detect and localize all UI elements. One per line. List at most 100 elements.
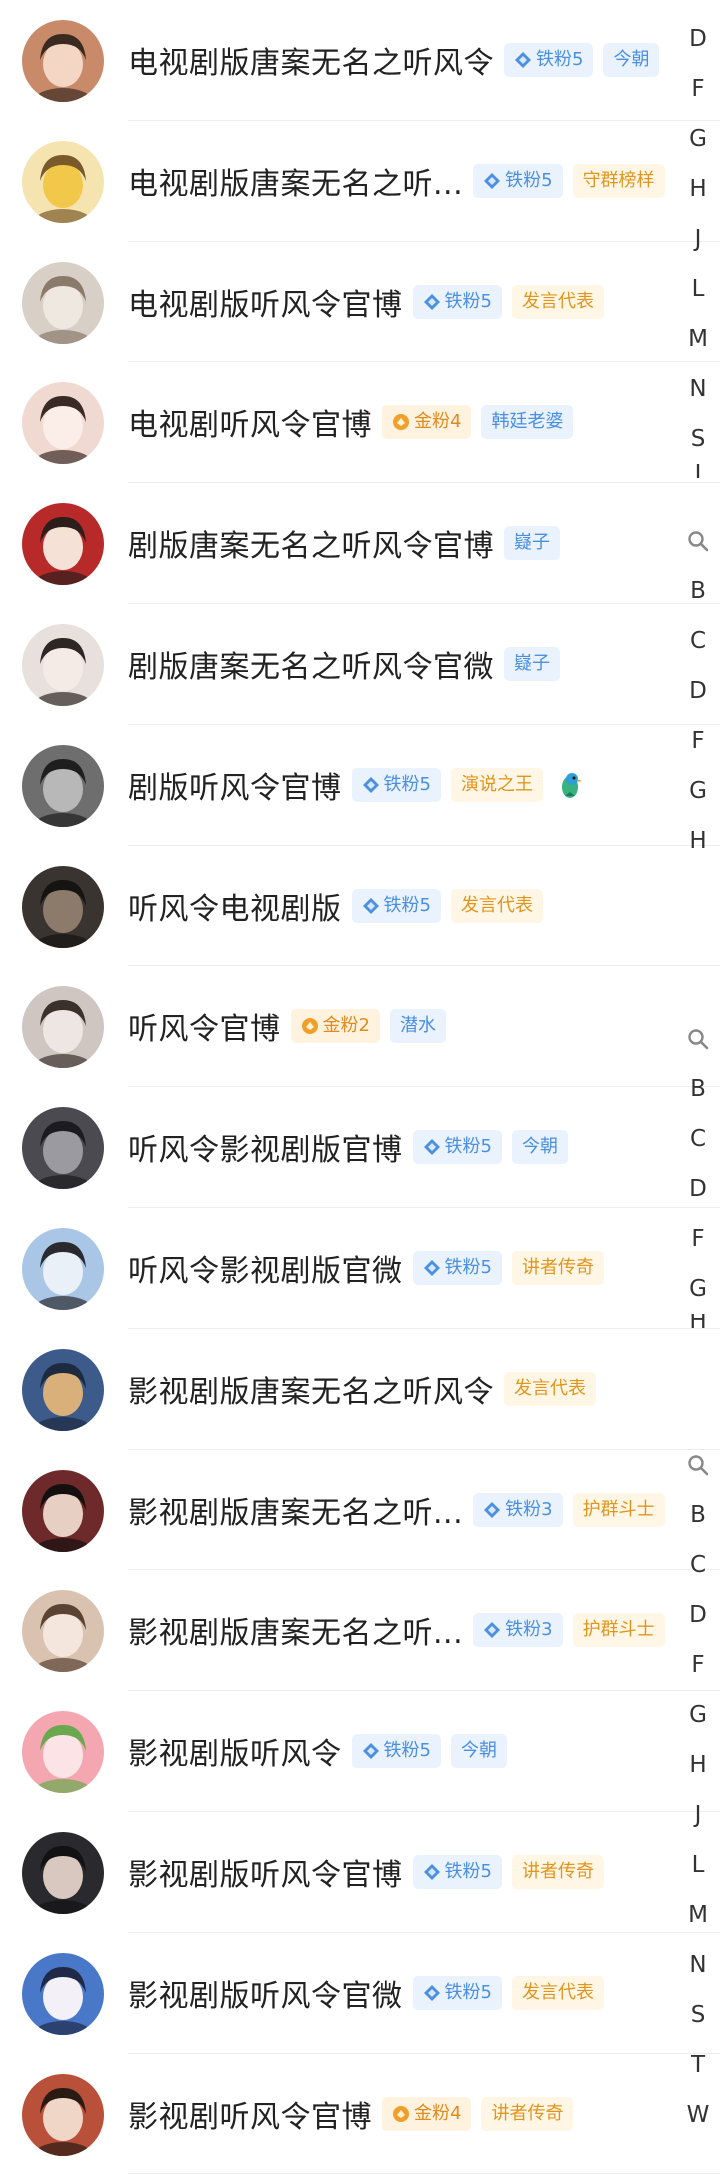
index-letter[interactable]: S bbox=[676, 1990, 720, 2040]
fan-level-badge: 铁粉5 bbox=[351, 888, 441, 923]
index-letter[interactable]: D bbox=[676, 666, 720, 716]
index-letter[interactable]: J bbox=[676, 1790, 720, 1840]
avatar[interactable] bbox=[22, 1831, 104, 1914]
index-letter[interactable]: H bbox=[676, 1314, 720, 1328]
index-letter[interactable]: C bbox=[676, 616, 720, 666]
member-row[interactable]: 影视剧版唐案无名之听... 铁粉3 护群斗士 bbox=[0, 1450, 720, 1571]
member-row[interactable]: 剧版听风令官博 铁粉5 演说之王 bbox=[0, 725, 720, 846]
avatar[interactable] bbox=[22, 1227, 104, 1310]
member-title-badge: 今朝 bbox=[511, 1130, 568, 1165]
member-info: 影视剧版唐案无名之听... 铁粉3 护群斗士 bbox=[128, 1450, 665, 1570]
index-letter[interactable]: T bbox=[676, 464, 720, 478]
member-row[interactable]: 影视剧版听风令 铁粉5 今朝 bbox=[0, 1691, 720, 1812]
index-letter[interactable]: N bbox=[676, 1940, 720, 1990]
avatar[interactable] bbox=[22, 261, 104, 344]
avatar[interactable] bbox=[22, 1711, 104, 1794]
member-info: 剧版唐案无名之听风令官微 嶷子 bbox=[128, 604, 560, 724]
avatar[interactable] bbox=[22, 1590, 104, 1673]
index-letter[interactable]: F bbox=[676, 1640, 720, 1690]
alphabet-index[interactable]: BCDFGH bbox=[676, 516, 720, 866]
fan-level-label: 铁粉5 bbox=[444, 1136, 492, 1158]
fan-level-label: 铁粉5 bbox=[536, 49, 584, 70]
index-letter[interactable]: F bbox=[676, 716, 720, 766]
avatar[interactable] bbox=[22, 986, 104, 1069]
avatar[interactable] bbox=[22, 1107, 104, 1190]
index-letter[interactable]: J bbox=[676, 214, 720, 264]
avatar[interactable] bbox=[22, 20, 104, 102]
index-letter[interactable]: G bbox=[676, 114, 720, 164]
index-letter[interactable]: M bbox=[676, 1890, 720, 1940]
index-letter[interactable]: H bbox=[676, 1740, 720, 1790]
member-row[interactable]: 剧版唐案无名之听风令官微 嶷子 bbox=[0, 604, 720, 725]
index-letter[interactable]: D bbox=[676, 1590, 720, 1640]
member-name: 听风令影视剧版官博 bbox=[128, 1133, 403, 1169]
member-row[interactable]: 影视剧听风令官博 金粉4 讲者传奇 bbox=[0, 2054, 720, 2174]
member-name: 影视剧版听风令官微 bbox=[128, 1978, 403, 2014]
member-row[interactable]: 电视剧版唐案无名之听风令 铁粉5 今朝 bbox=[0, 0, 720, 121]
member-row[interactable]: 听风令影视剧版官博 铁粉5 今朝 bbox=[0, 1087, 720, 1208]
index-letter[interactable]: M bbox=[676, 314, 720, 364]
member-row[interactable]: 听风令影视剧版官微 铁粉5 讲者传奇 bbox=[0, 1208, 720, 1329]
member-row[interactable]: 影视剧版听风令官博 铁粉5 讲者传奇 bbox=[0, 1812, 720, 1933]
avatar[interactable] bbox=[22, 382, 104, 465]
alphabet-index[interactable]: BCDFGHJLMNSTW bbox=[676, 1440, 720, 2140]
index-letter[interactable]: B bbox=[676, 1064, 720, 1114]
avatar[interactable] bbox=[22, 744, 104, 827]
fan-level-label: 铁粉5 bbox=[444, 290, 492, 312]
member-info: 听风令影视剧版官博 铁粉5 今朝 bbox=[128, 1087, 568, 1207]
avatar[interactable] bbox=[22, 503, 104, 586]
member-row[interactable]: 电视剧版听风令官博 铁粉5 发言代表 bbox=[0, 242, 720, 363]
index-letter[interactable]: L bbox=[676, 1840, 720, 1890]
index-letter[interactable]: F bbox=[676, 1214, 720, 1264]
member-title-badge: 今朝 bbox=[450, 1734, 507, 1769]
alphabet-index[interactable]: BCDFGH bbox=[676, 1014, 720, 1328]
index-letter[interactable]: G bbox=[676, 766, 720, 816]
avatar[interactable] bbox=[22, 623, 104, 706]
fan-level-label: 铁粉5 bbox=[444, 1860, 492, 1882]
member-row[interactable]: 电视剧听风令官博 金粉4 韩廷老婆 bbox=[0, 362, 720, 484]
member-row[interactable]: 听风令官博 金粉2 潜水 bbox=[0, 966, 720, 1088]
index-letter[interactable]: N bbox=[676, 364, 720, 414]
index-search-icon[interactable] bbox=[676, 1014, 720, 1064]
member-info: 影视剧版听风令官博 铁粉5 讲者传奇 bbox=[128, 1812, 604, 1932]
index-letter[interactable]: H bbox=[676, 816, 720, 866]
member-row[interactable]: 剧版唐案无名之听风令官博 嶷子 bbox=[0, 483, 720, 604]
index-letter[interactable]: S bbox=[676, 414, 720, 464]
index-letter[interactable]: C bbox=[676, 1540, 720, 1590]
avatar[interactable] bbox=[22, 1348, 104, 1431]
member-row[interactable]: 影视剧版唐案无名之听... 铁粉3 护群斗士 bbox=[0, 1570, 720, 1692]
index-letter[interactable]: B bbox=[676, 566, 720, 616]
member-row[interactable]: 影视剧版听风令官微 铁粉5 发言代表 bbox=[0, 1933, 720, 2054]
index-letter[interactable]: D bbox=[676, 1164, 720, 1214]
member-row[interactable]: 听风令电视剧版 铁粉5 发言代表 bbox=[0, 846, 720, 967]
member-info: 电视剧版唐案无名之听风令 铁粉5 今朝 bbox=[128, 0, 660, 120]
member-name: 电视剧版唐案无名之听风令 bbox=[128, 46, 494, 81]
index-letter[interactable]: B bbox=[676, 1490, 720, 1540]
iron-fan-icon bbox=[423, 1863, 440, 1880]
index-letter[interactable]: L bbox=[676, 264, 720, 314]
alphabet-index[interactable]: DFGHJLMNST bbox=[676, 14, 720, 478]
index-letter[interactable]: D bbox=[676, 14, 720, 64]
index-letter[interactable]: G bbox=[676, 1690, 720, 1740]
member-title-badge: 嶷子 bbox=[504, 526, 560, 561]
avatar[interactable] bbox=[22, 2073, 104, 2156]
member-name: 剧版听风令官博 bbox=[128, 770, 342, 806]
avatar[interactable] bbox=[22, 140, 104, 223]
index-letter[interactable]: F bbox=[676, 64, 720, 114]
index-letter[interactable]: C bbox=[676, 1114, 720, 1164]
fan-level-badge: 铁粉5 bbox=[412, 1130, 502, 1165]
member-row[interactable]: 影视剧版唐案无名之听风令 发言代表 bbox=[0, 1329, 720, 1450]
avatar[interactable] bbox=[22, 1469, 104, 1552]
index-letter[interactable]: G bbox=[676, 1264, 720, 1314]
index-search-icon[interactable] bbox=[676, 1440, 720, 1490]
index-letter[interactable]: H bbox=[676, 164, 720, 214]
index-letter[interactable]: T bbox=[676, 2040, 720, 2090]
index-search-icon[interactable] bbox=[676, 516, 720, 566]
member-name: 影视剧听风令官博 bbox=[128, 2099, 372, 2135]
avatar[interactable] bbox=[22, 1952, 104, 2035]
member-title-badge: 今朝 bbox=[603, 43, 660, 77]
fan-level-label: 铁粉5 bbox=[444, 1981, 492, 2003]
member-row[interactable]: 电视剧版唐案无名之听... 铁粉5 守群榜样 bbox=[0, 121, 720, 242]
avatar[interactable] bbox=[22, 865, 104, 948]
index-letter[interactable]: W bbox=[676, 2090, 720, 2140]
